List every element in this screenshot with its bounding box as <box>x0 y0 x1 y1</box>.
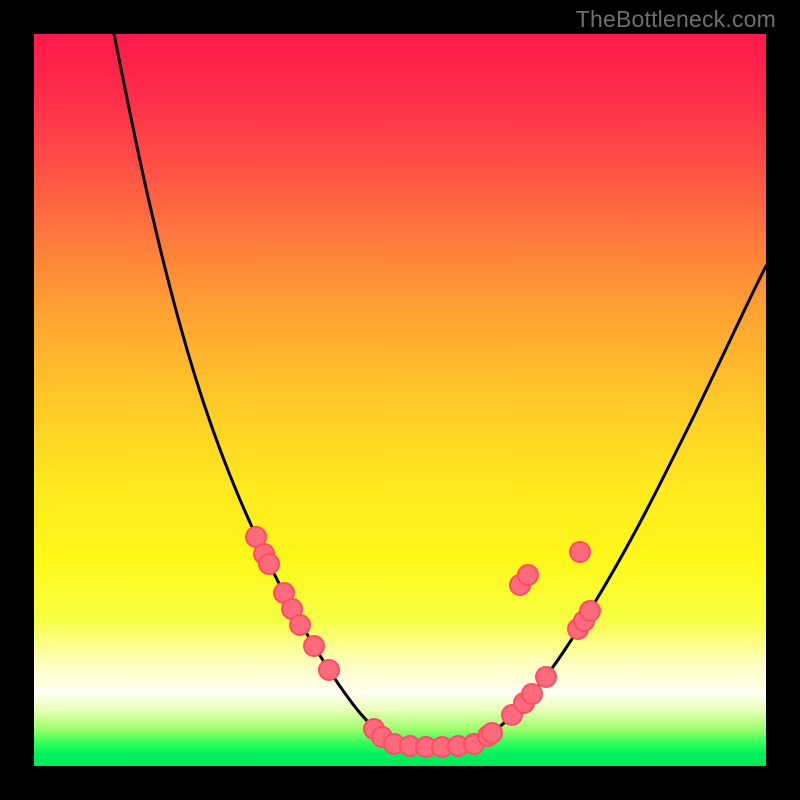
curve-marker <box>518 565 538 585</box>
watermark-text: TheBottleneck.com <box>576 6 776 33</box>
curve-marker <box>290 615 310 635</box>
curve-marker <box>580 601 600 621</box>
curve-marker <box>536 667 556 687</box>
plot-area <box>34 34 766 766</box>
bottleneck-curve <box>114 34 766 747</box>
curve-markers <box>246 527 600 757</box>
curve-marker <box>319 660 339 680</box>
chart-frame: TheBottleneck.com <box>0 0 800 800</box>
curve-marker <box>522 684 542 704</box>
curve-marker <box>482 723 502 743</box>
curve-marker <box>570 542 590 562</box>
curve-marker <box>259 554 279 574</box>
curve-marker <box>304 636 324 656</box>
chart-svg <box>34 34 766 766</box>
